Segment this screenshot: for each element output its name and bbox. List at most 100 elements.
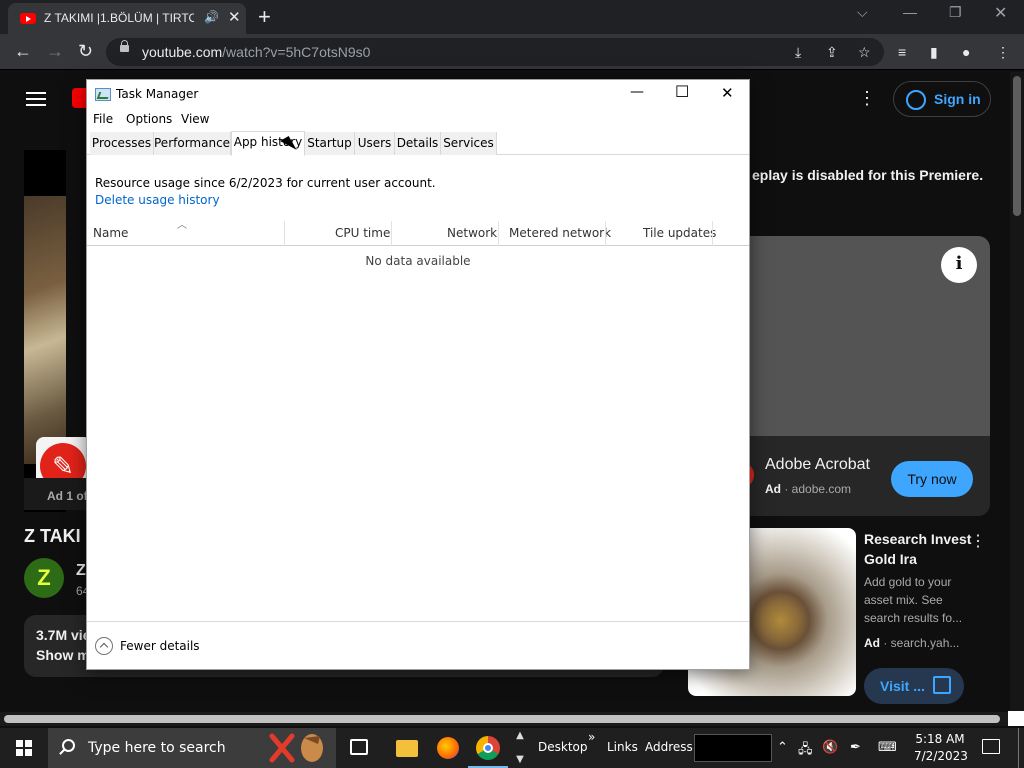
sign-in-button[interactable]: Sign in <box>893 81 991 117</box>
side-ad-description: Add gold to your asset mix. See search r… <box>864 575 963 625</box>
pen-workspace-icon[interactable]: ✒ <box>850 740 861 755</box>
tray-overflow-icon[interactable]: ⌃ <box>777 740 788 755</box>
restore-icon[interactable]: ❐ <box>949 4 962 21</box>
show-more-link[interactable]: Show m <box>36 647 90 663</box>
try-now-button[interactable]: Try now <box>891 461 973 497</box>
notifications-icon[interactable] <box>982 739 1000 754</box>
vertical-scrollbar[interactable] <box>1010 72 1024 726</box>
column-name[interactable]: Name <box>93 226 128 240</box>
column-divider[interactable] <box>605 221 606 246</box>
settings-kebab-icon[interactable]: ⋮ <box>858 88 876 109</box>
side-ad-menu-icon[interactable]: ⋮ <box>970 531 986 551</box>
desktop-toolbar[interactable]: Desktop <box>538 740 588 754</box>
share-icon[interactable]: ⇪ <box>826 44 838 61</box>
hamburger-menu-icon[interactable] <box>26 92 46 94</box>
media-control-icon[interactable]: ≡ <box>898 44 906 60</box>
close-window-icon[interactable]: ✕ <box>994 3 1007 23</box>
toolbar-overflow-chevron[interactable]: » <box>588 730 595 744</box>
task-manager-icon <box>95 88 111 101</box>
network-icon[interactable]: 🖧 <box>798 740 813 762</box>
tm-close-icon[interactable]: ✕ <box>721 84 734 102</box>
task-manager-window[interactable]: Task Manager — ☐ ✕ File Options View Pro… <box>86 79 750 670</box>
windows-start-icon[interactable] <box>16 740 32 756</box>
ad-counter: Ad 1 of <box>24 478 86 510</box>
links-toolbar[interactable]: Links <box>607 740 638 754</box>
column-divider[interactable] <box>712 221 713 246</box>
address-bar[interactable]: youtube.com/watch?v=5hC7otsN9s0 <box>106 38 884 66</box>
reload-icon[interactable]: ↻ <box>78 41 93 62</box>
side-ad-domain: Ad · search.yah... <box>864 636 960 650</box>
horizontal-scroll-thumb[interactable] <box>4 715 1000 723</box>
video-title: Z TAKI <box>24 526 81 546</box>
fewer-details-link[interactable]: Fewer details <box>120 639 200 653</box>
show-desktop-button[interactable] <box>1018 728 1019 768</box>
account-icon <box>906 90 926 110</box>
taskbar-search-box[interactable]: Type here to search <box>48 728 336 768</box>
clock-time: 5:18 AM <box>915 732 965 746</box>
footer-divider <box>87 621 749 622</box>
tab-processes[interactable]: Processes <box>90 132 154 155</box>
sign-in-label: Sign in <box>934 91 981 107</box>
tab-performance[interactable]: Performance <box>154 132 231 155</box>
bookmark-star-icon[interactable]: ☆ <box>858 44 871 61</box>
minimize-icon[interactable]: — <box>903 4 917 20</box>
task-view-icon[interactable] <box>350 739 368 755</box>
tab-details[interactable]: Details <box>395 132 441 155</box>
tm-minimize-icon[interactable]: — <box>630 84 644 100</box>
menu-options[interactable]: Options <box>126 112 172 126</box>
toolbar-scroll-arrows-icon[interactable]: ▲ ▼ <box>513 730 527 766</box>
chrome-icon[interactable] <box>476 736 500 760</box>
firefox-icon[interactable] <box>437 737 459 759</box>
ad-advertiser-name: Adobe Acrobat <box>765 456 870 473</box>
tab-search-chevron-icon[interactable]: ⌵ <box>857 4 868 21</box>
column-divider[interactable] <box>284 221 285 246</box>
tab-services[interactable]: Services <box>441 132 497 155</box>
horizontal-scrollbar[interactable] <box>0 712 1010 726</box>
audio-playing-icon[interactable]: 🔊 <box>204 10 219 24</box>
column-divider[interactable] <box>391 221 392 246</box>
forward-icon[interactable]: → <box>46 41 64 62</box>
side-panel-icon[interactable]: ▮ <box>930 44 938 61</box>
column-tile-updates[interactable]: Tile updates <box>643 226 716 240</box>
search-highlight-art-icon <box>269 733 323 763</box>
column-headers: Name CPU time Network Metered network Ti… <box>87 221 749 246</box>
tab-startup[interactable]: Startup <box>305 132 355 155</box>
tm-maximize-icon[interactable]: ☐ <box>675 82 689 101</box>
channel-avatar[interactable]: Z <box>24 558 64 598</box>
volume-muted-icon[interactable]: 🔇 <box>822 740 838 755</box>
profile-icon[interactable]: ● <box>962 44 970 60</box>
tab-app-history[interactable]: App history <box>231 131 305 156</box>
side-ad-title[interactable]: Research Invest Gold Ira <box>864 529 974 569</box>
visit-button[interactable]: Visit ... <box>864 668 964 704</box>
menu-file[interactable]: File <box>93 112 113 126</box>
menu-view[interactable]: View <box>181 112 209 126</box>
replay-notice: eplay is disabled for this Premiere. <box>752 167 984 183</box>
new-tab-button[interactable]: + <box>258 4 271 30</box>
column-metered-network[interactable]: Metered network <box>509 226 611 240</box>
column-divider[interactable] <box>498 221 499 246</box>
back-icon[interactable]: ← <box>14 41 32 62</box>
vertical-scroll-thumb[interactable] <box>1013 76 1021 216</box>
delete-usage-history-link[interactable]: Delete usage history <box>95 193 220 207</box>
ad-card[interactable]: i Adobe Acrobat Ad · adobe.com Try now <box>712 236 990 516</box>
search-placeholder: Type here to search <box>88 740 226 756</box>
url-text[interactable]: youtube.com/watch?v=5hC7otsN9s0 <box>142 44 370 60</box>
channel-name[interactable]: Z <box>76 562 86 580</box>
column-network[interactable]: Network <box>447 226 497 240</box>
system-clock[interactable]: 5:18 AM 7/2/2023 <box>914 731 968 765</box>
address-toolbar-input[interactable] <box>694 734 772 762</box>
browser-tab[interactable]: Z TAKIMI |1.BÖLÜM | TIRTOR 🔊 ✕ <box>8 3 246 34</box>
touch-keyboard-icon[interactable]: ⌨ <box>878 740 897 755</box>
chrome-menu-icon[interactable]: ⋮ <box>996 44 1010 61</box>
info-icon[interactable]: i <box>941 247 977 283</box>
lock-icon[interactable] <box>120 40 129 52</box>
fewer-details-chevron-icon[interactable] <box>95 637 113 655</box>
tab-users[interactable]: Users <box>355 132 395 155</box>
no-data-message: No data available <box>365 254 471 268</box>
scroll-corner <box>1008 711 1024 726</box>
close-tab-icon[interactable]: ✕ <box>228 8 241 26</box>
install-app-icon[interactable]: ⤓ <box>795 44 801 61</box>
column-cpu-time[interactable]: CPU time <box>335 226 390 240</box>
file-explorer-icon[interactable] <box>396 740 418 757</box>
ad-domain: Ad · adobe.com <box>765 482 852 496</box>
